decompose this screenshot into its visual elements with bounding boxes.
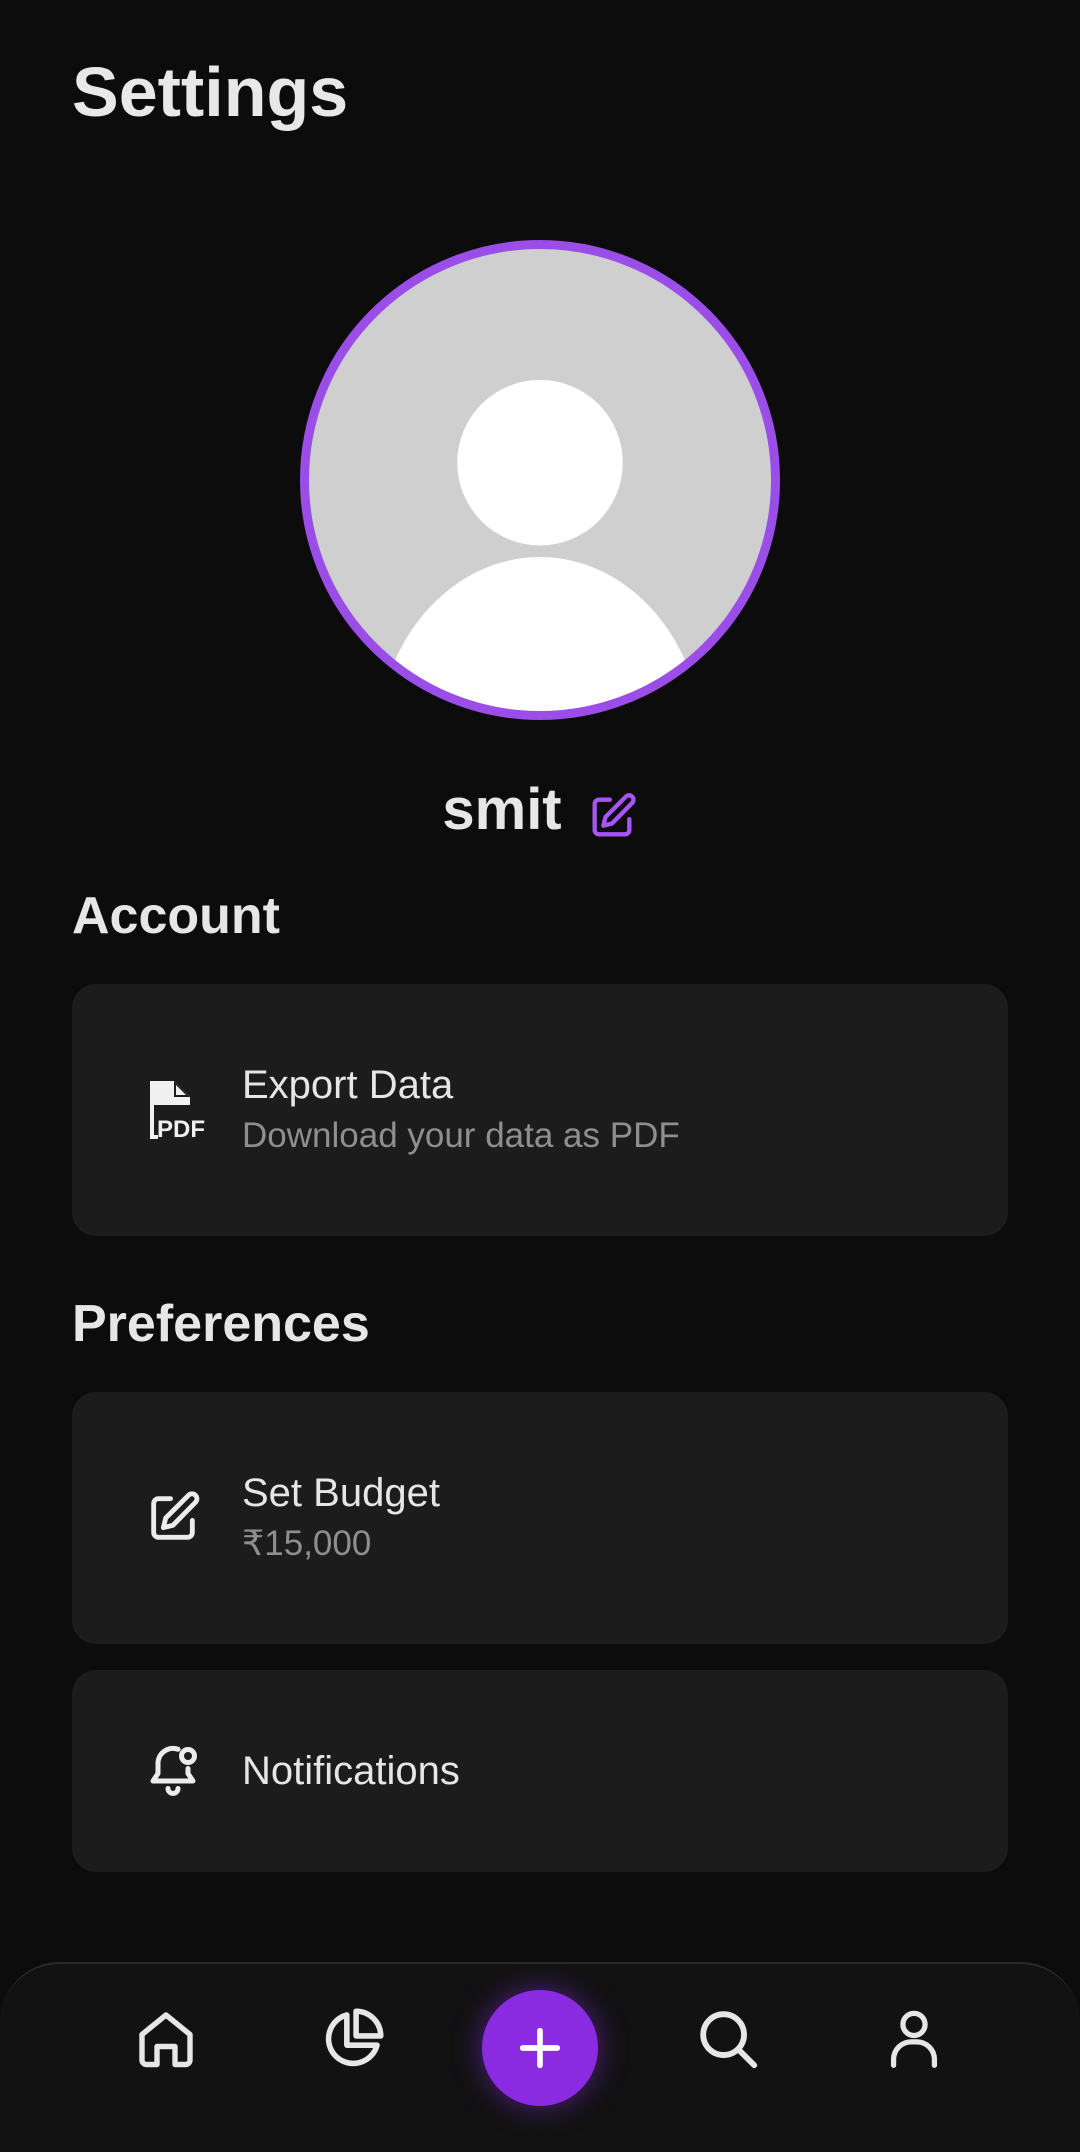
edit-square-icon bbox=[592, 792, 636, 836]
budget-value: ₹15,000 bbox=[242, 1524, 372, 1563]
nav-home[interactable] bbox=[126, 1999, 206, 2079]
svg-text:PDF: PDF bbox=[157, 1116, 205, 1143]
nav-analytics[interactable] bbox=[313, 1999, 393, 2079]
bell-icon bbox=[140, 1738, 206, 1804]
pdf-file-icon: PDF bbox=[140, 1077, 206, 1143]
profile-name: smit bbox=[442, 777, 562, 842]
edit-name-button[interactable] bbox=[586, 791, 638, 843]
user-icon bbox=[890, 2010, 938, 2068]
profile-name-row: smit bbox=[0, 776, 1080, 843]
export-data-title: Export Data bbox=[242, 1063, 454, 1107]
add-transaction-button[interactable] bbox=[482, 1990, 598, 2106]
search-icon bbox=[700, 2011, 758, 2069]
section-title-account: Account bbox=[72, 887, 280, 945]
home-icon bbox=[139, 2012, 193, 2068]
section-title-preferences: Preferences bbox=[72, 1295, 370, 1353]
set-budget-title: Set Budget bbox=[242, 1471, 440, 1515]
notifications-item[interactable]: Notifications bbox=[72, 1670, 1008, 1872]
edit-square-icon bbox=[140, 1485, 206, 1551]
nav-search[interactable] bbox=[688, 1999, 768, 2079]
export-data-subtitle: Download your data as PDF bbox=[242, 1116, 680, 1155]
notifications-title: Notifications bbox=[242, 1749, 460, 1793]
page-title: Settings bbox=[72, 53, 349, 131]
set-budget-item[interactable]: Set Budget ₹15,000 bbox=[72, 1392, 1008, 1644]
pie-chart-icon bbox=[325, 2008, 384, 2067]
plus-icon bbox=[519, 2027, 561, 2069]
nav-profile[interactable] bbox=[874, 1999, 954, 2079]
export-data-item[interactable]: PDF Export Data Download your data as PD… bbox=[72, 984, 1008, 1236]
person-silhouette-icon bbox=[379, 379, 701, 711]
avatar[interactable] bbox=[300, 240, 780, 720]
